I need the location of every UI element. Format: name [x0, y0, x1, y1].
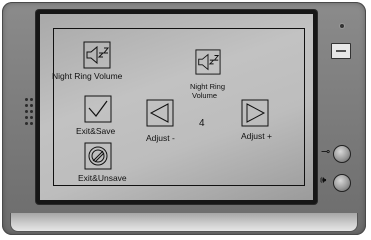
cancel-circle-icon[interactable]: [84, 142, 112, 170]
adjust-minus-label: Adjust -: [146, 133, 175, 143]
night-ring-volume-small-label-line2: Volume: [192, 91, 218, 100]
speaker-zz-icon[interactable]: [83, 41, 111, 69]
status-led: [340, 24, 344, 28]
left-triangle-icon[interactable]: [146, 99, 174, 127]
talk-button[interactable]: [333, 174, 351, 192]
monitor-base: [10, 213, 358, 232]
exit-save-label: Exit&Save: [76, 126, 116, 136]
speaker-zz-icon[interactable]: [195, 49, 221, 75]
night-ring-volume-label: Night Ring Volume: [52, 71, 123, 81]
exit-unsave-label: Exit&Unsave: [78, 173, 127, 183]
speaker-sound-icon: 🕪: [320, 175, 327, 186]
volume-value: 4: [199, 118, 205, 129]
right-triangle-icon[interactable]: [241, 99, 269, 127]
card-slot: [331, 43, 351, 59]
adjust-plus-label: Adjust +: [241, 131, 272, 141]
night-ring-volume-small-label-line1: Night Ring: [190, 82, 226, 91]
key-icon: ⊸: [321, 146, 331, 158]
checkmark-icon[interactable]: [84, 95, 112, 123]
unlock-button[interactable]: [333, 145, 351, 163]
